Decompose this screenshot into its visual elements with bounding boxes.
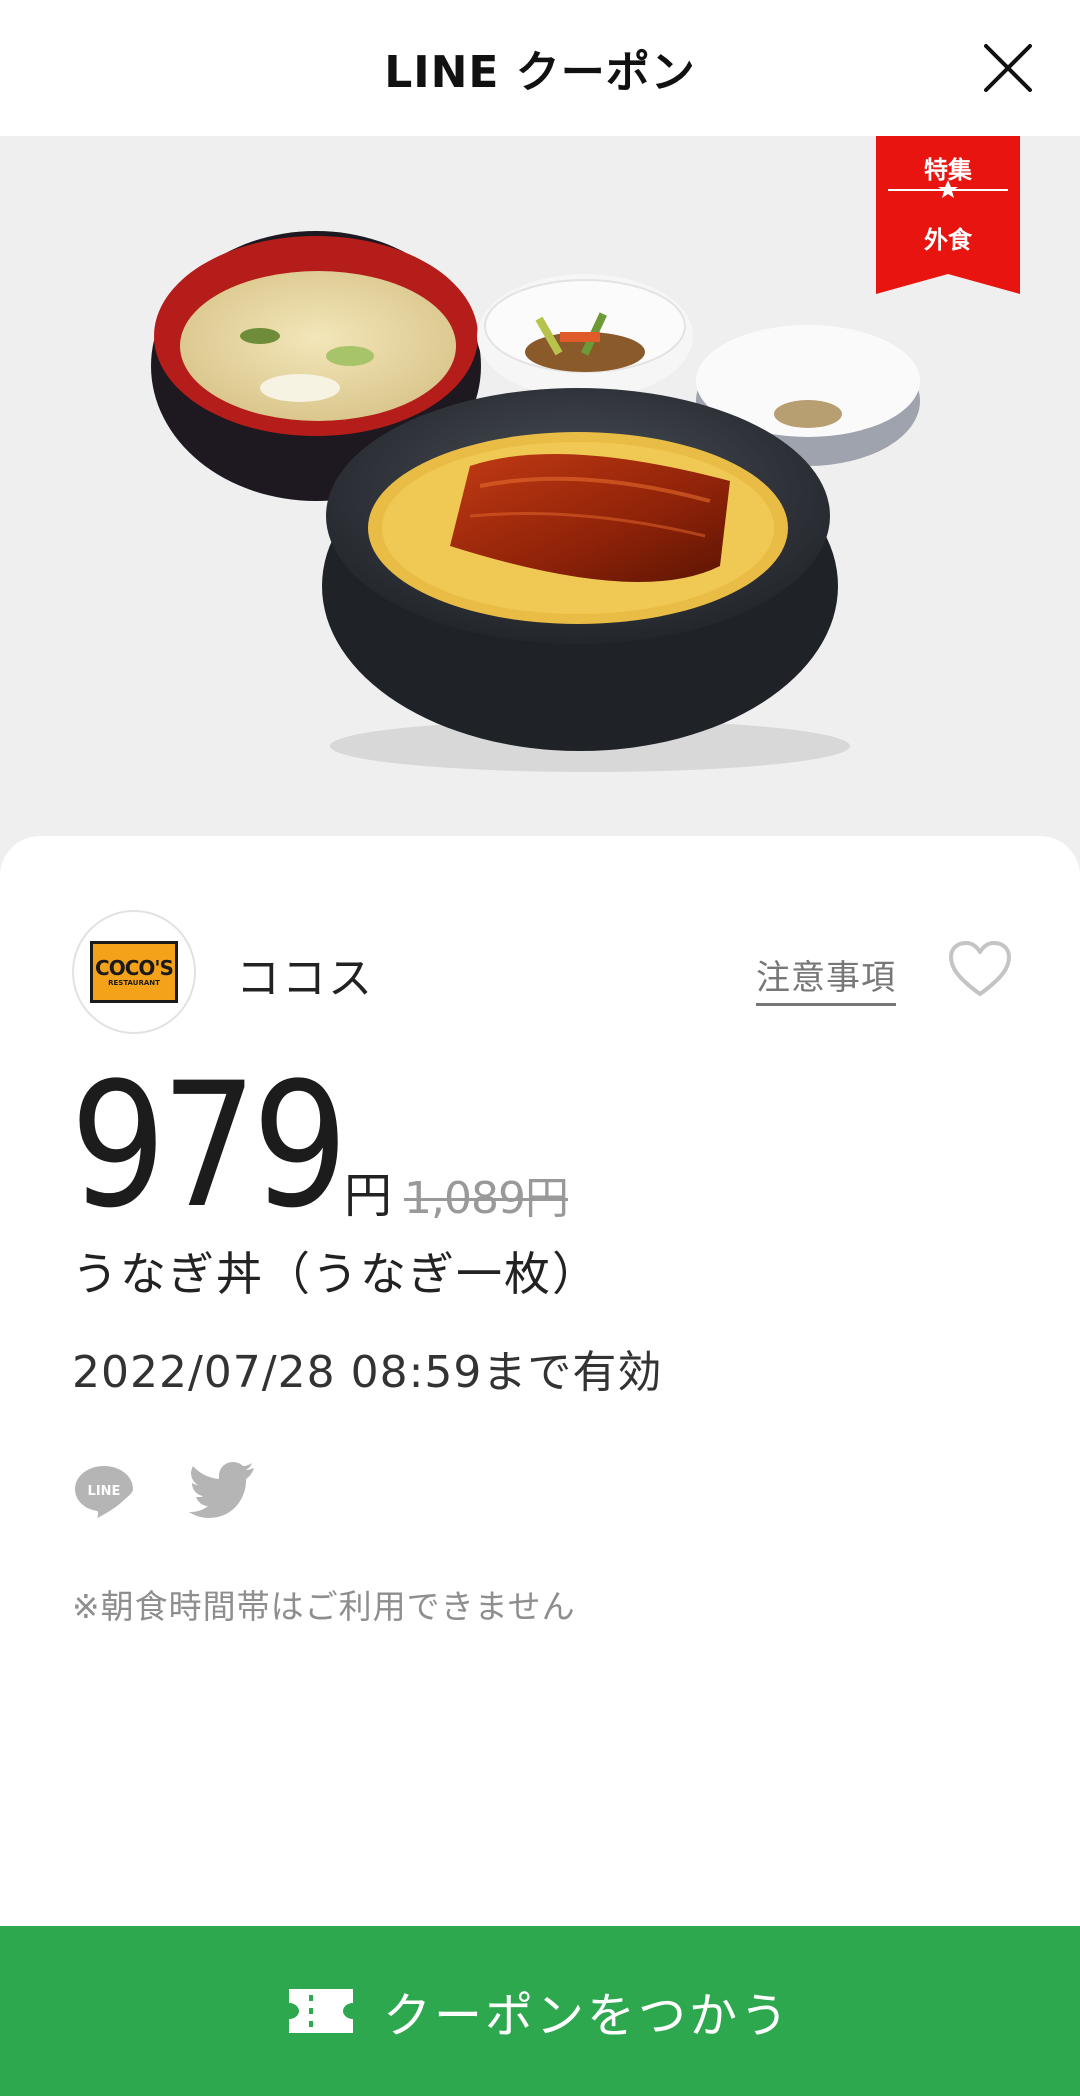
expiry-text: 2022/07/28 08:59まで有効: [72, 1347, 663, 1398]
svg-text:LINE: LINE: [88, 1484, 121, 1499]
app-header: LINE クーポン: [0, 0, 1080, 136]
badge-label-bottom: 外食: [924, 226, 972, 254]
coupon-hero-image: 特集 外食: [0, 136, 1080, 876]
coupon-detail-card: COCO'S RESTAURANT ココス 注意事項 979 円 1,089円 …: [0, 836, 1080, 1926]
discount-price: 979: [70, 1045, 348, 1246]
use-coupon-label: クーポンをつかう: [382, 1988, 791, 2044]
store-logo-subtext: RESTAURANT: [108, 978, 160, 987]
item-title: うなぎ丼（うなぎ一枚）: [72, 1247, 600, 1301]
close-icon: [984, 44, 1032, 92]
ticket-icon: [288, 1989, 353, 2033]
twitter-share-icon[interactable]: [188, 1458, 254, 1520]
heart-icon[interactable]: [948, 940, 1012, 998]
original-price: 1,089円: [404, 1173, 569, 1224]
line-share-icon[interactable]: LINE: [72, 1462, 136, 1520]
close-button[interactable]: [980, 40, 1036, 96]
store-logo-text: COCO'S: [95, 955, 174, 980]
store-name: ココス: [236, 953, 374, 1004]
notice-link[interactable]: 注意事項: [756, 950, 896, 1006]
store-logo: COCO'S RESTAURANT: [72, 910, 196, 1034]
badge-label-top: 特集: [924, 156, 972, 184]
page-title: LINE クーポン: [384, 47, 696, 98]
usage-note: ※朝食時間帯はご利用できません: [72, 1587, 576, 1626]
price-row: 979 円 1,089円: [70, 1045, 970, 1246]
store-row: COCO'S RESTAURANT ココス 注意事項: [72, 910, 1012, 1034]
use-coupon-button[interactable]: クーポンをつかう: [0, 1926, 1080, 2096]
feature-badge: 特集 外食: [876, 136, 1020, 294]
price-unit: 円: [344, 1168, 393, 1224]
